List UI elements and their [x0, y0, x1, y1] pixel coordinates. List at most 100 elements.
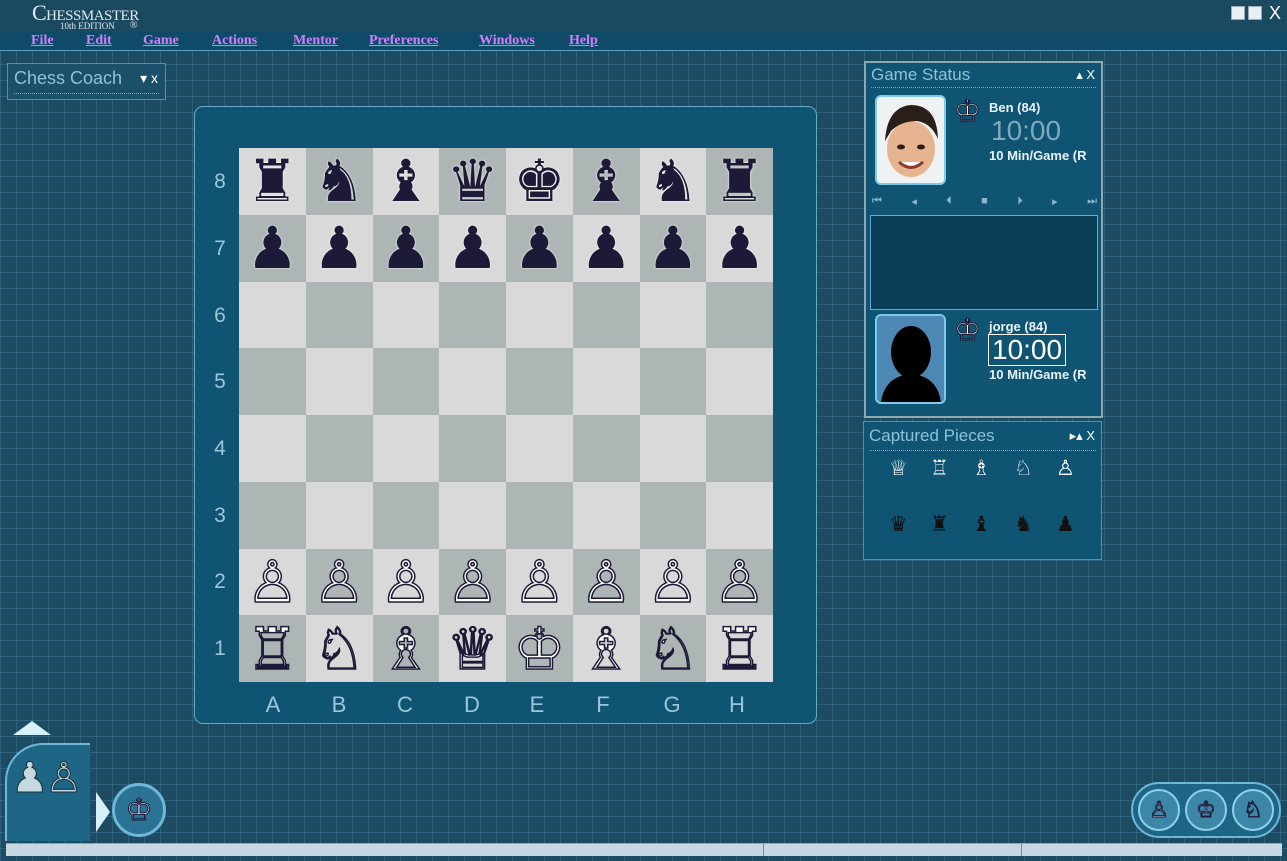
square-c4[interactable] — [372, 415, 440, 482]
square-f2[interactable]: ♙ — [572, 548, 640, 616]
white-pawn-piece[interactable]: ♙ — [312, 552, 366, 612]
black-pawn-piece[interactable]: ♟ — [380, 219, 432, 277]
square-a1[interactable]: ♖ — [239, 615, 306, 682]
black-knight-piece[interactable]: ♞ — [313, 152, 365, 210]
black-pawn-piece[interactable]: ♟ — [513, 219, 565, 277]
square-c5[interactable] — [372, 348, 440, 415]
captured-pieces-controls[interactable]: ▸▴ X — [1070, 428, 1095, 444]
white-pawn-piece[interactable]: ♙ — [446, 552, 500, 612]
minimize-button[interactable] — [1230, 6, 1245, 20]
square-b2[interactable]: ♙ — [305, 548, 373, 616]
white-pawn-piece[interactable]: ♙ — [646, 552, 700, 612]
next-move-button[interactable]: ▸ — [1052, 195, 1058, 208]
square-h5[interactable] — [706, 348, 773, 415]
square-g6[interactable] — [639, 281, 707, 349]
square-d3[interactable] — [439, 481, 506, 549]
white-bishop-piece[interactable]: ♗ — [579, 619, 633, 679]
black-bishop-piece[interactable]: ♝ — [580, 152, 632, 210]
square-f4[interactable] — [572, 415, 640, 482]
pawn-icon[interactable]: ♟ — [11, 756, 50, 799]
square-g7[interactable]: ♟ — [639, 214, 707, 282]
menu-game[interactable]: Game — [143, 32, 179, 49]
square-f5[interactable] — [572, 348, 640, 415]
square-e7[interactable]: ♟ — [506, 214, 573, 282]
black-king-piece[interactable]: ♚ — [513, 152, 565, 210]
menu-windows[interactable]: Windows — [479, 32, 535, 49]
square-c1[interactable]: ♗ — [372, 615, 440, 682]
black-pawn-piece[interactable]: ♟ — [447, 219, 499, 277]
square-h7[interactable]: ♟ — [706, 214, 773, 282]
menu-actions[interactable]: Actions — [212, 32, 257, 49]
square-e8[interactable]: ♚ — [506, 148, 573, 215]
move-list[interactable] — [870, 215, 1098, 310]
square-h1[interactable]: ♖ — [706, 615, 773, 682]
white-knight-piece[interactable]: ♘ — [312, 619, 366, 679]
square-h6[interactable] — [706, 281, 773, 349]
square-a2[interactable]: ♙ — [239, 548, 306, 616]
square-d1[interactable]: ♕ — [439, 615, 506, 682]
square-c2[interactable]: ♙ — [372, 548, 440, 616]
black-pawn-piece[interactable]: ♟ — [246, 219, 298, 277]
chess-coach-controls[interactable]: ▾ x — [140, 70, 158, 87]
square-c8[interactable]: ♝ — [372, 148, 440, 215]
black-pawn-piece[interactable]: ♟ — [714, 219, 766, 277]
white-queen-piece[interactable]: ♕ — [446, 619, 500, 679]
square-c3[interactable] — [372, 481, 440, 549]
menu-preferences[interactable]: Preferences — [369, 32, 438, 49]
square-h4[interactable] — [706, 415, 773, 482]
white-pawn-piece[interactable]: ♙ — [379, 552, 433, 612]
square-f3[interactable] — [572, 481, 640, 549]
square-d5[interactable] — [439, 348, 506, 415]
square-d6[interactable] — [439, 281, 506, 349]
game-status-controls[interactable]: ▴ X — [1076, 67, 1095, 83]
square-h8[interactable]: ♜ — [706, 148, 773, 215]
square-h2[interactable]: ♙ — [706, 548, 773, 616]
square-a8[interactable]: ♜ — [239, 148, 306, 215]
square-e1[interactable]: ♔ — [506, 615, 573, 682]
black-rook-piece[interactable]: ♜ — [246, 152, 298, 210]
last-move-button[interactable]: ⏭ — [1087, 195, 1097, 208]
square-d2[interactable]: ♙ — [439, 548, 506, 616]
square-b7[interactable]: ♟ — [305, 214, 373, 282]
pieces-mode-button[interactable]: ♘ — [1232, 789, 1274, 831]
square-h3[interactable] — [706, 481, 773, 549]
square-e4[interactable] — [506, 415, 573, 482]
square-a6[interactable] — [239, 281, 306, 349]
kings-mode-button[interactable]: ♔ — [1185, 789, 1227, 831]
black-pawn-piece[interactable]: ♟ — [313, 219, 365, 277]
square-a3[interactable] — [239, 481, 306, 549]
square-e5[interactable] — [506, 348, 573, 415]
first-move-button[interactable]: ⏮ — [872, 195, 882, 208]
square-g5[interactable] — [639, 348, 707, 415]
king-dock-button[interactable]: ♔ — [112, 783, 166, 837]
square-b3[interactable] — [305, 481, 373, 549]
black-pawn-piece[interactable]: ♟ — [580, 219, 632, 277]
white-pawn-piece[interactable]: ♙ — [713, 552, 767, 612]
square-d7[interactable]: ♟ — [439, 214, 506, 282]
square-a5[interactable] — [239, 348, 306, 415]
black-knight-piece[interactable]: ♞ — [647, 152, 699, 210]
square-d4[interactable] — [439, 415, 506, 482]
square-b4[interactable] — [305, 415, 373, 482]
menu-mentor[interactable]: Mentor — [293, 32, 338, 49]
square-a7[interactable]: ♟ — [239, 214, 306, 282]
square-b8[interactable]: ♞ — [305, 148, 373, 215]
square-d8[interactable]: ♛ — [439, 148, 506, 215]
square-b6[interactable] — [305, 281, 373, 349]
square-e3[interactable] — [506, 481, 573, 549]
square-f7[interactable]: ♟ — [572, 214, 640, 282]
square-f6[interactable] — [572, 281, 640, 349]
menu-file[interactable]: File — [31, 32, 54, 49]
square-c7[interactable]: ♟ — [372, 214, 440, 282]
square-b1[interactable]: ♘ — [305, 615, 373, 682]
square-g4[interactable] — [639, 415, 707, 482]
square-c6[interactable] — [372, 281, 440, 349]
square-f1[interactable]: ♗ — [572, 615, 640, 682]
menu-edit[interactable]: Edit — [86, 32, 112, 49]
white-pawn-piece[interactable]: ♙ — [246, 552, 300, 612]
black-queen-piece[interactable]: ♛ — [447, 152, 499, 210]
white-rook-piece[interactable]: ♖ — [246, 619, 300, 679]
square-e6[interactable] — [506, 281, 573, 349]
white-king-piece[interactable]: ♔ — [513, 619, 567, 679]
stop-button[interactable]: ■ — [981, 195, 988, 207]
